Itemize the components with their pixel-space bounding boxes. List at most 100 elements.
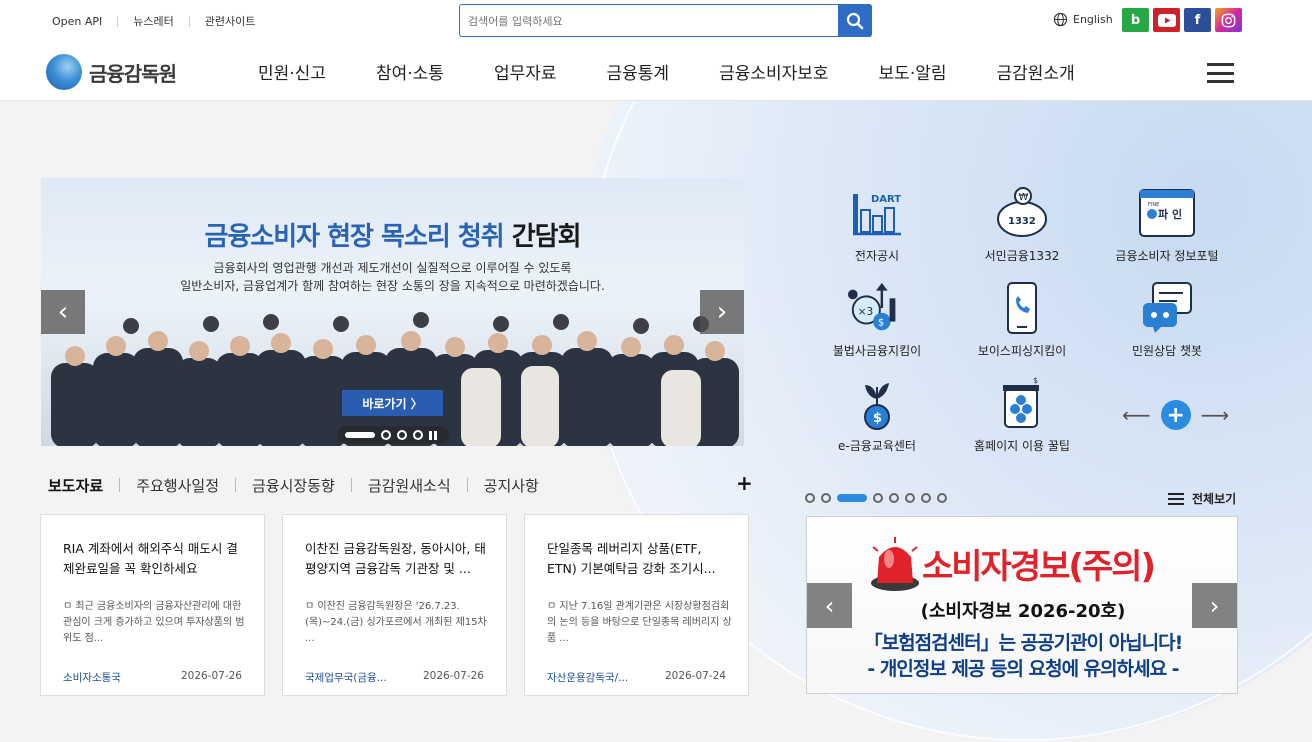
quick-item-dart[interactable]: DART 전자공시	[807, 185, 947, 264]
tab-notices[interactable]: 공지사항	[484, 475, 539, 496]
gnb-item-work-data[interactable]: 업무자료	[494, 59, 557, 84]
news-card[interactable]: RIA 계좌에서 해외주식 매도시 결제완료일을 꼭 확인하세요 ㅁ 최근 금융…	[40, 514, 265, 696]
news-department: 자산운용감독국/...	[547, 672, 629, 684]
blog-icon[interactable]: b	[1122, 8, 1149, 32]
gnb-item-statistics[interactable]: 금융통계	[607, 59, 670, 84]
illegal-finance-icon: ×3 $	[847, 280, 907, 336]
quick-item-tips[interactable]: $ 홈페이지 이용 꿀팁	[952, 375, 1092, 454]
main-banner: 금융소비자 현장 목소리 청취 간담회 금융회사의 영업관행 개선과 제도개선이…	[41, 178, 744, 446]
view-all-label: 전체보기	[1192, 492, 1237, 506]
popup-page-dot[interactable]	[921, 493, 931, 503]
gnb-item-participation[interactable]: 참여·소통	[376, 59, 444, 84]
open-api-link[interactable]: Open API	[52, 15, 102, 28]
related-sites-link[interactable]: 관련사이트	[205, 13, 256, 29]
news-summary: ㅁ 지난 7.16일 관계기관은 시장상황점검회의 논의 등을 바탕으로 단일종…	[547, 601, 732, 644]
list-icon	[1168, 492, 1184, 505]
banner-page-dot[interactable]	[381, 430, 391, 440]
tab-press-release[interactable]: 보도자료	[39, 475, 110, 499]
popup-zone[interactable]: 소비자경보(주의) (소비자경보 2026-20호) 「보험점검센터」는 공공기…	[806, 516, 1238, 694]
quick-item-label: 불법사금융지킴이	[832, 344, 922, 358]
tab-market-trends[interactable]: 금융시장동향	[252, 475, 335, 496]
search-icon	[846, 12, 864, 29]
quick-item-voice-phishing[interactable]: 보이스피싱지킴이	[952, 280, 1092, 359]
logo-globe-icon	[46, 54, 82, 90]
globe-icon	[1053, 12, 1068, 27]
search-button[interactable]	[838, 4, 872, 37]
divider	[119, 478, 121, 492]
news-summary: ㅁ 최근 금융소비자의 금융자산관리에 대한 관심이 크게 증가하고 있으며 투…	[63, 601, 245, 644]
gnb-item-about[interactable]: 금감원소개	[997, 59, 1075, 84]
news-card[interactable]: 단일종목 레버리지 상품(ETF, ETN) 기본예탁금 강화 조기시... ㅁ…	[524, 514, 749, 696]
popup-page-dot[interactable]	[821, 493, 831, 503]
svg-text:FINE: FINE	[1148, 202, 1159, 208]
language-selector[interactable]: English	[1053, 12, 1113, 27]
popup-page-dot[interactable]	[905, 493, 915, 503]
divider	[188, 15, 190, 27]
banner-subtitle: 일반소비자, 금융업계가 함께 참여하는 현장 소통의 장을 지속적으로 마련하…	[180, 279, 605, 293]
fine-portal-icon: 파 인 FINE	[1137, 185, 1197, 241]
banner-prev-button[interactable]: ‹	[41, 290, 85, 334]
quick-item-label: e-금융교육센터	[838, 439, 916, 453]
popup-page-active[interactable]	[837, 494, 867, 502]
siren-icon	[871, 537, 919, 591]
menu-icon[interactable]	[1207, 63, 1234, 83]
banner-next-button[interactable]: ›	[700, 290, 744, 334]
popup-page-dot[interactable]	[937, 493, 947, 503]
news-department: 국제업무국(금융...	[305, 672, 387, 684]
main-navigation: 금융감독원 민원·신고 참여·소통 업무자료 금융통계 금융소비자보호 보도·알…	[0, 44, 1312, 101]
youtube-icon[interactable]	[1153, 8, 1180, 32]
svg-text:$: $	[878, 317, 884, 328]
arrow-left-icon[interactable]: ⟵	[1122, 403, 1151, 427]
gnb-item-complaint[interactable]: 민원·신고	[258, 59, 326, 84]
popup-title: 소비자경보(주의)	[922, 547, 1156, 587]
gnb-menu: 민원·신고 참여·소통 업무자료 금융통계 금융소비자보호 보도·알림 금감원소…	[258, 59, 1075, 84]
banner-go-button[interactable]: 바로가기 〉	[342, 390, 443, 416]
popup-pagination	[805, 493, 947, 503]
piggy-bank-icon: ₩1332	[992, 185, 1052, 241]
dart-chart-icon: DART	[847, 185, 907, 241]
news-title[interactable]: RIA 계좌에서 해외주식 매도시 결제완료일을 꼭 확인하세요	[63, 539, 248, 579]
instagram-icon[interactable]	[1215, 8, 1242, 32]
site-logo[interactable]: 금융감독원	[46, 54, 177, 90]
quick-item-illegal-finance[interactable]: ×3 $ 불법사금융지킴이	[807, 280, 947, 359]
popup-page-dot[interactable]	[873, 493, 883, 503]
banner-page-dot[interactable]	[397, 430, 407, 440]
gnb-item-press[interactable]: 보도·알림	[879, 59, 947, 84]
popup-prev-button[interactable]: ‹	[807, 583, 852, 628]
quick-item-label: 홈페이지 이용 꿀팁	[974, 439, 1070, 453]
banner-page-active[interactable]	[345, 432, 375, 438]
banner-page-dot[interactable]	[413, 430, 423, 440]
svg-text:DART: DART	[871, 194, 901, 205]
popup-next-button[interactable]: ›	[1192, 583, 1237, 628]
more-plus-icon[interactable]: +	[736, 471, 753, 495]
arrow-right-icon[interactable]: ⟶	[1201, 403, 1230, 427]
quick-item-chatbot[interactable]: 민원상담 챗봇	[1097, 280, 1237, 359]
plus-icon[interactable]: +	[1160, 400, 1191, 430]
gnb-item-consumer-protection[interactable]: 금융소비자보호	[719, 59, 828, 84]
quick-item-1332[interactable]: ₩1332 서민금융1332	[952, 185, 1092, 264]
news-title[interactable]: 단일종목 레버리지 상품(ETF, ETN) 기본예탁금 강화 조기시...	[547, 539, 732, 579]
search-input[interactable]	[468, 11, 828, 31]
news-title[interactable]: 이찬진 금융감독원장, 동아시아, 태평양지역 금융감독 기관장 및 ...	[305, 539, 490, 579]
quick-item-education[interactable]: $ e-금융교육센터	[807, 375, 947, 454]
news-card[interactable]: 이찬진 금융감독원장, 동아시아, 태평양지역 금융감독 기관장 및 ... ㅁ…	[282, 514, 507, 696]
facebook-icon[interactable]: f	[1184, 8, 1211, 32]
utility-links: Open API 뉴스레터 관련사이트	[52, 13, 255, 29]
pause-icon[interactable]	[429, 430, 437, 440]
svg-text:1332: 1332	[1008, 216, 1036, 227]
news-date: 2026-07-26	[180, 670, 242, 682]
popup-page-dot[interactable]	[805, 493, 815, 503]
popup-line: 「보험점검센터」는 공공기관이 아닙니다!	[863, 632, 1184, 654]
svg-text:$: $	[873, 411, 882, 426]
quick-item-label: 금융소비자 정보포털	[1115, 249, 1219, 263]
quick-item-label: 보이스피싱지킴이	[977, 344, 1067, 358]
popup-page-dot[interactable]	[889, 493, 899, 503]
view-all-button[interactable]: 전체보기	[1168, 490, 1236, 507]
tab-fss-news[interactable]: 금감원새소식	[368, 475, 451, 496]
tab-events[interactable]: 주요행사일정	[136, 475, 219, 496]
newsletter-link[interactable]: 뉴스레터	[133, 13, 173, 29]
quick-item-fine[interactable]: 파 인 FINE 금융소비자 정보포털	[1097, 185, 1237, 264]
sns-links: b f	[1122, 8, 1242, 32]
banner-title: 금융소비자 현장 목소리 청취 간담회	[204, 222, 581, 252]
quick-item-label: 민원상담 챗봇	[1131, 344, 1203, 358]
